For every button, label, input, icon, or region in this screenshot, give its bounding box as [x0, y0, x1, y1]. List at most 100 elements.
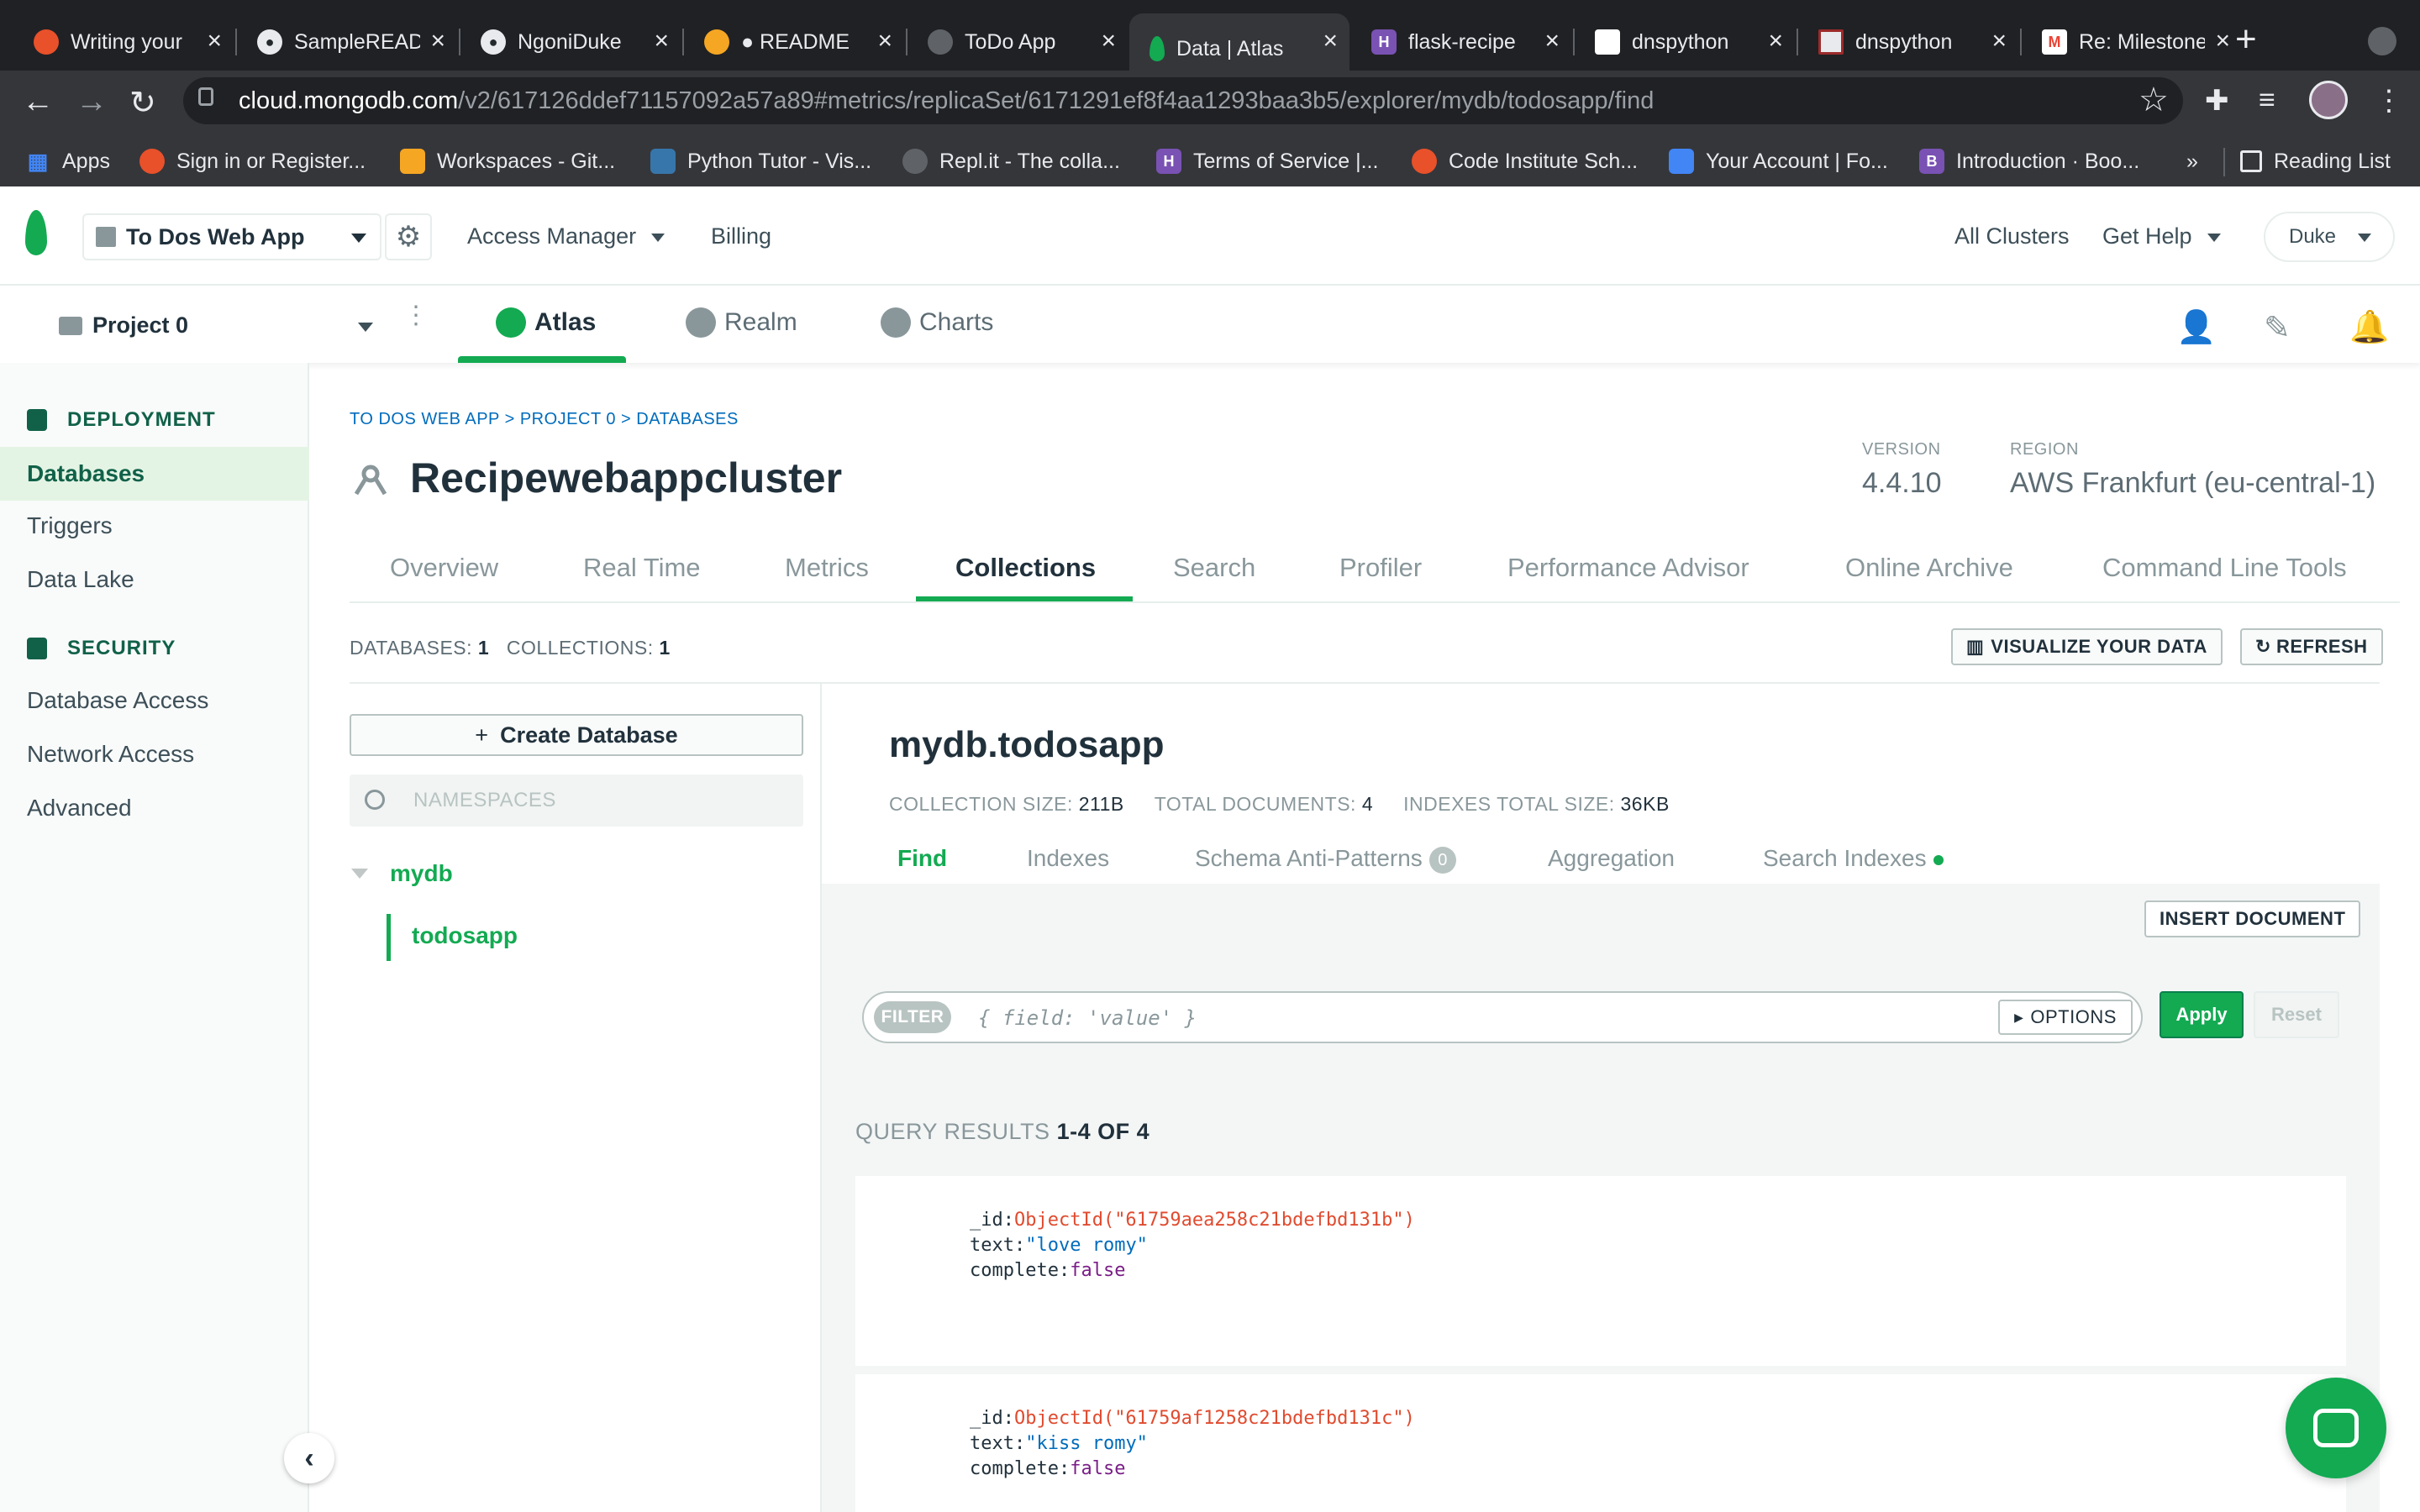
tab-find[interactable]: Find — [897, 845, 947, 872]
database-item[interactable]: mydb — [390, 860, 453, 887]
browser-tab[interactable]: ● NgoniDuke × — [460, 13, 681, 71]
org-selector[interactable]: To Dos Web App — [82, 213, 381, 260]
project-selector[interactable]: Project 0 — [59, 312, 188, 339]
sidebar-item-triggers[interactable]: Triggers — [0, 499, 309, 553]
create-database-button[interactable]: + Create Database — [350, 714, 803, 756]
sidebar-item-network-access[interactable]: Network Access — [0, 727, 309, 781]
bookmark-item[interactable]: Python Tutor - Vis... — [650, 144, 871, 178]
browser-tab[interactable]: M Re: Milestone × — [2022, 13, 2242, 71]
tab-schema-anti-patterns[interactable]: Schema Anti-Patterns 0 — [1195, 845, 1456, 874]
tab-command-line-tools[interactable]: Command Line Tools — [2102, 553, 2347, 583]
insert-document-button[interactable]: INSERT DOCUMENT — [2144, 900, 2361, 937]
browser-tab[interactable]: ● README × — [684, 13, 904, 71]
more-options-icon[interactable]: ⋮ — [403, 303, 429, 328]
tab-collections[interactable]: Collections — [955, 553, 1096, 583]
back-arrow-icon[interactable]: ← — [22, 84, 54, 120]
tab-online-archive[interactable]: Online Archive — [1845, 553, 2013, 583]
close-tab-icon[interactable]: × — [207, 29, 222, 54]
options-button[interactable]: ▶ OPTIONS — [1998, 1000, 2133, 1035]
tab-atlas[interactable]: Atlas — [496, 307, 596, 338]
url-bar[interactable]: cloud.mongodb.com/v2/617126ddef71157092a… — [183, 77, 2183, 124]
close-tab-icon[interactable]: × — [1101, 29, 1116, 54]
close-tab-icon[interactable]: × — [430, 29, 445, 54]
bookmarks-overflow[interactable]: » — [2186, 144, 2198, 178]
forward-arrow-icon[interactable]: → — [76, 84, 108, 120]
close-tab-icon[interactable]: × — [1323, 29, 1338, 54]
search-icon — [365, 790, 385, 810]
chat-support-button[interactable] — [2286, 1378, 2386, 1478]
reset-button[interactable]: Reset — [2254, 991, 2339, 1038]
browser-tab[interactable]: dnspython × — [1575, 13, 1795, 71]
tab-realm[interactable]: Realm — [686, 307, 797, 338]
get-help-menu[interactable]: Get Help — [2102, 223, 2221, 249]
bookmark-item[interactable]: Your Account | Fo... — [1669, 144, 1888, 178]
reading-list-icon — [2240, 150, 2262, 172]
access-manager-menu[interactable]: Access Manager — [467, 223, 666, 249]
bookmark-item[interactable]: B Introduction · Boo... — [1919, 144, 2139, 178]
cluster-icon — [354, 465, 387, 496]
db-collection-counts: DATABASES: 1 COLLECTIONS: 1 — [350, 637, 671, 659]
bookmark-item[interactable]: Workspaces - Git... — [400, 144, 615, 178]
namespace-search-input[interactable]: NAMESPACES — [350, 774, 803, 827]
sidebar-item-data-lake[interactable]: Data Lake — [0, 553, 309, 606]
breadcrumb[interactable]: TO DOS WEB APP > PROJECT 0 > DATABASES — [350, 410, 739, 429]
billing-link[interactable]: Billing — [711, 223, 771, 249]
bookmark-star-icon[interactable]: ☆ — [2139, 81, 2169, 119]
collapse-sidebar-chevron-icon[interactable]: ‹ — [284, 1433, 334, 1483]
tab-search[interactable]: Search — [1173, 553, 1255, 583]
tab-charts[interactable]: Charts — [881, 307, 993, 338]
apply-button[interactable]: Apply — [2160, 991, 2244, 1038]
org-settings-gear-icon[interactable]: ⚙ — [385, 213, 432, 260]
bookmark-item[interactable]: H Terms of Service |... — [1156, 144, 1378, 178]
browser-menu-icon[interactable]: ⋮ — [2375, 84, 2403, 118]
browser-tab[interactable]: H flask-recipe × — [1351, 13, 1571, 71]
chevron-down-icon — [2207, 233, 2221, 242]
tab-overview[interactable]: Overview — [390, 553, 498, 583]
close-tab-icon[interactable]: × — [2215, 29, 2230, 54]
bell-icon[interactable]: 🔔 — [2349, 309, 2389, 346]
close-tab-icon[interactable]: × — [654, 29, 669, 54]
browser-tab[interactable]: Writing your × — [13, 13, 234, 71]
refresh-button[interactable]: ↻ REFRESH — [2240, 628, 2383, 665]
tab-aggregation[interactable]: Aggregation — [1548, 845, 1675, 872]
reading-list[interactable]: Reading List — [2240, 144, 2391, 178]
profile-avatar[interactable] — [2309, 81, 2348, 119]
invite-user-icon[interactable]: 👤 — [2176, 309, 2216, 346]
sidebar-item-database-access[interactable]: Database Access — [0, 674, 309, 727]
tab-performance-advisor[interactable]: Performance Advisor — [1507, 553, 1749, 583]
browser-tab[interactable]: ToDo App × — [908, 13, 1128, 71]
all-clusters-link[interactable]: All Clusters — [1954, 223, 2070, 249]
collection-item[interactable]: todosapp — [412, 922, 518, 949]
visualize-data-button[interactable]: ▥ VISUALIZE YOUR DATA — [1951, 628, 2223, 665]
browser-tab[interactable]: dnspython × — [1798, 13, 2018, 71]
bookmark-favicon-icon — [1412, 149, 1437, 174]
document-field-id: _id:ObjectId("61759af1258c21bdefbd131c") — [970, 1408, 1415, 1429]
sidebar-item-advanced[interactable]: Advanced — [0, 781, 309, 835]
tab-real-time[interactable]: Real Time — [583, 553, 701, 583]
browser-tab[interactable]: ● SampleREADME × — [237, 13, 457, 71]
close-tab-icon[interactable]: × — [1544, 29, 1560, 54]
new-tab-icon[interactable]: + — [2235, 18, 2257, 60]
media-queue-icon[interactable]: ≡ — [2259, 84, 2275, 117]
bookmark-item[interactable]: Sign in or Register... — [139, 144, 366, 178]
tab-metrics[interactable]: Metrics — [785, 553, 869, 583]
sidebar-item-databases[interactable]: Databases — [0, 447, 309, 501]
tab-indexes[interactable]: Indexes — [1027, 845, 1109, 872]
bookmark-item[interactable]: Repl.it - The colla... — [902, 144, 1120, 178]
chevron-down-icon[interactable] — [351, 869, 368, 879]
reload-icon[interactable]: ↻ — [129, 84, 156, 122]
close-tab-icon[interactable]: × — [1991, 29, 2007, 54]
close-tab-icon[interactable]: × — [877, 29, 892, 54]
lock-icon[interactable] — [198, 87, 213, 106]
bookmark-apps[interactable]: ▦ Apps — [25, 144, 110, 178]
filter-input[interactable]: { field: 'value' } — [978, 1001, 1986, 1035]
extensions-puzzle-icon[interactable]: ✚ — [2205, 84, 2229, 118]
user-menu[interactable]: Duke — [2264, 212, 2395, 262]
tab-profiler[interactable]: Profiler — [1339, 553, 1422, 583]
tab-search-indexes[interactable]: Search Indexes — [1763, 845, 1944, 872]
close-tab-icon[interactable]: × — [1768, 29, 1783, 54]
chevron-down-icon[interactable] — [358, 323, 373, 332]
activity-feed-icon[interactable]: ✎ — [2264, 309, 2291, 347]
tab-search-icon[interactable] — [2368, 27, 2396, 55]
bookmark-item[interactable]: Code Institute Sch... — [1412, 144, 1638, 178]
